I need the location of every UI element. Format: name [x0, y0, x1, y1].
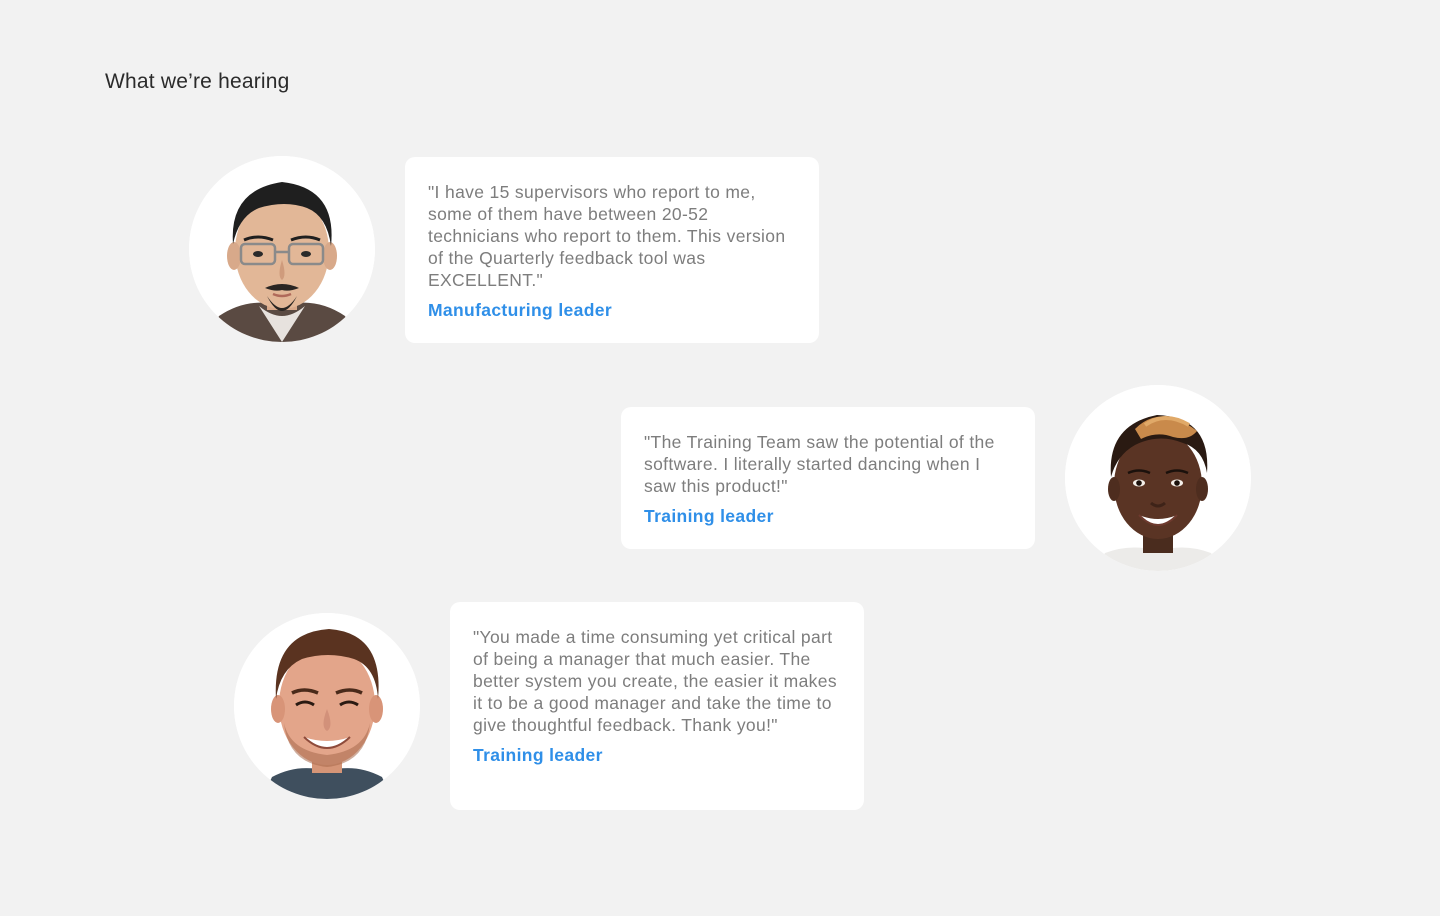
testimonial-card: "I have 15 supervisors who report to me,… [405, 157, 819, 343]
portrait-man-glasses-goatee-icon [189, 156, 375, 342]
testimonial-card: "You made a time consuming yet critical … [450, 602, 864, 810]
testimonial-card: "The Training Team saw the potential of … [621, 407, 1035, 549]
avatar [1065, 385, 1251, 571]
testimonial-quote: "I have 15 supervisors who report to me,… [428, 182, 786, 290]
testimonial-author: Manufacturing leader [428, 300, 612, 320]
section-title: What we’re hearing [105, 70, 290, 93]
testimonial-quote: "You made a time consuming yet critical … [473, 627, 837, 735]
portrait-woman-short-hair-icon [1065, 385, 1251, 571]
testimonial-author: Training leader [644, 506, 774, 526]
avatar [189, 156, 375, 342]
portrait-man-beard-smiling-icon [234, 613, 420, 799]
avatar [234, 613, 420, 799]
testimonial-quote: "The Training Team saw the potential of … [644, 432, 995, 496]
testimonial-author: Training leader [473, 745, 603, 765]
